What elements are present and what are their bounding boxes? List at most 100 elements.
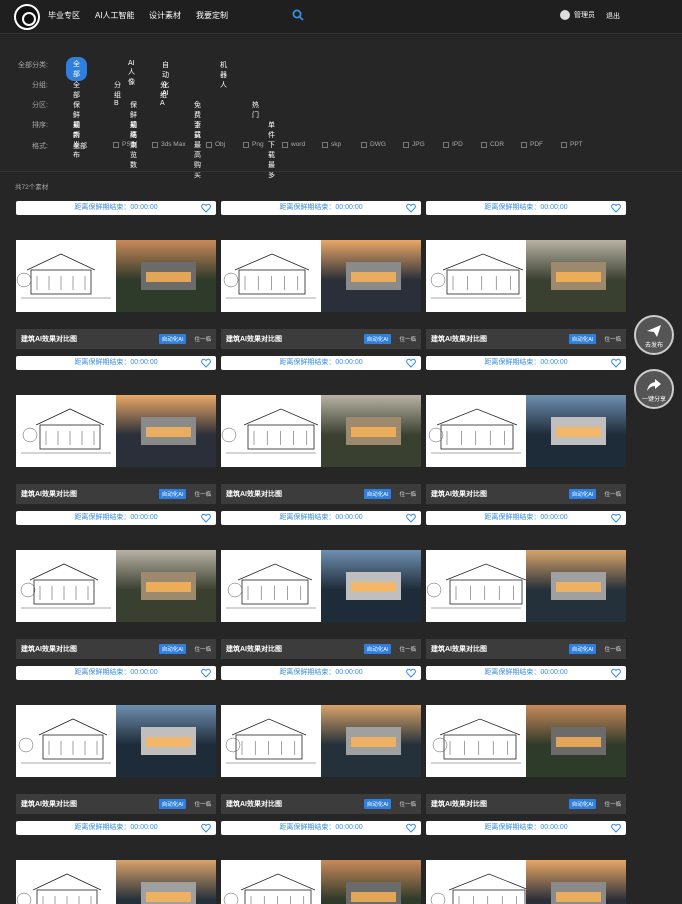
filter-option-ai-portrait[interactable]: AI人像 — [128, 60, 135, 87]
card-title: 建筑AI效果对比图 — [431, 336, 487, 343]
format-checkbox[interactable]: word — [282, 141, 305, 148]
comparison-thumbnail[interactable] — [221, 550, 421, 622]
render-image — [526, 550, 626, 622]
render-image — [116, 240, 216, 312]
card-info-bar[interactable]: 建筑AI效果对比图 自动化AI 住一临 — [426, 794, 626, 814]
freshness-timer: 距离保鲜期结束：00:00:00 — [16, 821, 216, 835]
nav-graduation[interactable]: 毕业专区 — [48, 10, 80, 21]
card-tag: 自动化AI — [568, 334, 597, 344]
card-info-bar[interactable]: 建筑AI效果对比图 自动化AI 住一临 — [16, 329, 216, 349]
favorite-heart-icon[interactable] — [406, 203, 416, 213]
card-tag: 自动化AI — [363, 334, 392, 344]
logout-link[interactable]: 退出 — [606, 11, 620, 21]
card-info-bar[interactable]: 建筑AI效果对比图 自动化AI 住一临 — [221, 639, 421, 659]
avatar-icon — [560, 10, 570, 20]
freshness-timer: 距离保鲜期结束：00:00:00 — [221, 821, 421, 835]
user-menu[interactable]: 管理员 — [560, 10, 595, 20]
card-tag: 自动化AI — [158, 489, 187, 499]
format-checkbox[interactable]: CDR — [481, 141, 504, 148]
render-image — [321, 395, 421, 467]
favorite-heart-icon[interactable] — [611, 358, 621, 368]
sketch-image — [221, 395, 321, 467]
comparison-thumbnail[interactable] — [16, 240, 216, 312]
card-meta: 住一临 — [194, 492, 211, 498]
favorite-heart-icon[interactable] — [201, 358, 211, 368]
search-icon[interactable] — [292, 9, 304, 21]
format-checkbox[interactable]: PPT — [561, 141, 583, 148]
sketch-image — [16, 860, 116, 904]
comparison-thumbnail[interactable] — [221, 240, 421, 312]
comparison-thumbnail[interactable] — [16, 705, 216, 777]
sketch-image — [16, 240, 116, 312]
filter-option-all[interactable]: 全部 — [73, 141, 87, 151]
card-tag: 自动化AI — [568, 799, 597, 809]
comparison-thumbnail[interactable] — [16, 860, 216, 904]
favorite-heart-icon[interactable] — [406, 358, 416, 368]
freshness-timer: 距离保鲜期结束：00:00:00 — [16, 356, 216, 370]
card-info-bar[interactable]: 建筑AI效果对比图 自动化AI 住一临 — [221, 329, 421, 349]
card-info-bar[interactable]: 建筑AI效果对比图 自动化AI 住一临 — [221, 794, 421, 814]
card-info-bar[interactable]: 建筑AI效果对比图 自动化AI 住一临 — [221, 484, 421, 504]
favorite-heart-icon[interactable] — [406, 823, 416, 833]
favorite-heart-icon[interactable] — [201, 203, 211, 213]
favorite-heart-icon[interactable] — [201, 823, 211, 833]
format-checkbox[interactable]: IPD — [443, 141, 463, 148]
comparison-thumbnail[interactable] — [221, 395, 421, 467]
card-tag: 自动化AI — [158, 799, 187, 809]
comparison-thumbnail[interactable] — [16, 395, 216, 467]
format-checkbox[interactable]: Png — [243, 141, 264, 148]
format-checkbox[interactable]: PDF — [521, 141, 543, 148]
favorite-heart-icon[interactable] — [201, 513, 211, 523]
publish-button[interactable]: 去发布 — [634, 315, 674, 355]
filter-option-robot[interactable]: 机器人 — [220, 60, 227, 90]
filter-label: 排序: — [32, 122, 48, 129]
favorite-heart-icon[interactable] — [201, 668, 211, 678]
comparison-thumbnail[interactable] — [426, 240, 626, 312]
nav-design-assets[interactable]: 设计素材 — [149, 10, 181, 21]
freshness-timer: 距离保鲜期结束：00:00:00 — [426, 356, 626, 370]
favorite-heart-icon[interactable] — [406, 513, 416, 523]
share-button[interactable]: 一键分享 — [634, 369, 674, 409]
timer-text: 距离保鲜期结束：00:00:00 — [74, 824, 158, 831]
freshness-timer: 距离保鲜期结束：00:00:00 — [16, 201, 216, 215]
freshness-timer: 距离保鲜期结束：00:00:00 — [221, 201, 421, 215]
result-count: 共72个素材 — [15, 184, 49, 191]
comparison-thumbnail[interactable] — [221, 705, 421, 777]
comparison-thumbnail[interactable] — [221, 860, 421, 904]
nav-ai[interactable]: AI人工智能 — [95, 10, 135, 21]
render-image — [526, 240, 626, 312]
filter-option[interactable]: 分组A — [160, 80, 167, 107]
card-info-bar[interactable]: 建筑AI效果对比图 自动化AI 住一临 — [16, 794, 216, 814]
comparison-thumbnail[interactable] — [426, 705, 626, 777]
format-checkbox[interactable]: DWG — [361, 141, 386, 148]
send-icon — [647, 325, 661, 337]
favorite-heart-icon[interactable] — [611, 203, 621, 213]
card-meta: 住一临 — [194, 647, 211, 653]
filter-option[interactable]: 全部 — [73, 80, 80, 100]
sketch-image — [16, 550, 116, 622]
favorite-heart-icon[interactable] — [611, 668, 621, 678]
format-checkbox[interactable]: Obj — [206, 141, 225, 148]
comparison-thumbnail[interactable] — [16, 550, 216, 622]
format-checkbox[interactable]: 3ds Max — [152, 141, 186, 148]
filter-option[interactable]: 分组B — [114, 80, 121, 107]
format-checkbox[interactable]: skp — [322, 141, 341, 148]
comparison-thumbnail[interactable] — [426, 550, 626, 622]
card-info-bar[interactable]: 建筑AI效果对比图 自动化AI 住一临 — [426, 639, 626, 659]
filter-option[interactable]: 热门 — [252, 100, 259, 120]
filter-label: 全部分类: — [18, 62, 48, 69]
card-info-bar[interactable]: 建筑AI效果对比图 自动化AI 住一临 — [16, 639, 216, 659]
comparison-thumbnail[interactable] — [426, 860, 626, 904]
site-logo[interactable] — [14, 4, 40, 30]
card-info-bar[interactable]: 建筑AI效果对比图 自动化AI 住一临 — [426, 484, 626, 504]
format-checkbox[interactable]: JPG — [403, 141, 425, 148]
favorite-heart-icon[interactable] — [611, 513, 621, 523]
comparison-thumbnail[interactable] — [426, 395, 626, 467]
nav-custom[interactable]: 我要定制 — [196, 10, 228, 21]
favorite-heart-icon[interactable] — [611, 823, 621, 833]
card-info-bar[interactable]: 建筑AI效果对比图 自动化AI 住一临 — [16, 484, 216, 504]
filter-option-all[interactable]: 全部 — [66, 57, 87, 81]
format-checkbox[interactable]: PSD — [113, 141, 135, 148]
favorite-heart-icon[interactable] — [406, 668, 416, 678]
card-info-bar[interactable]: 建筑AI效果对比图 自动化AI 住一临 — [426, 329, 626, 349]
